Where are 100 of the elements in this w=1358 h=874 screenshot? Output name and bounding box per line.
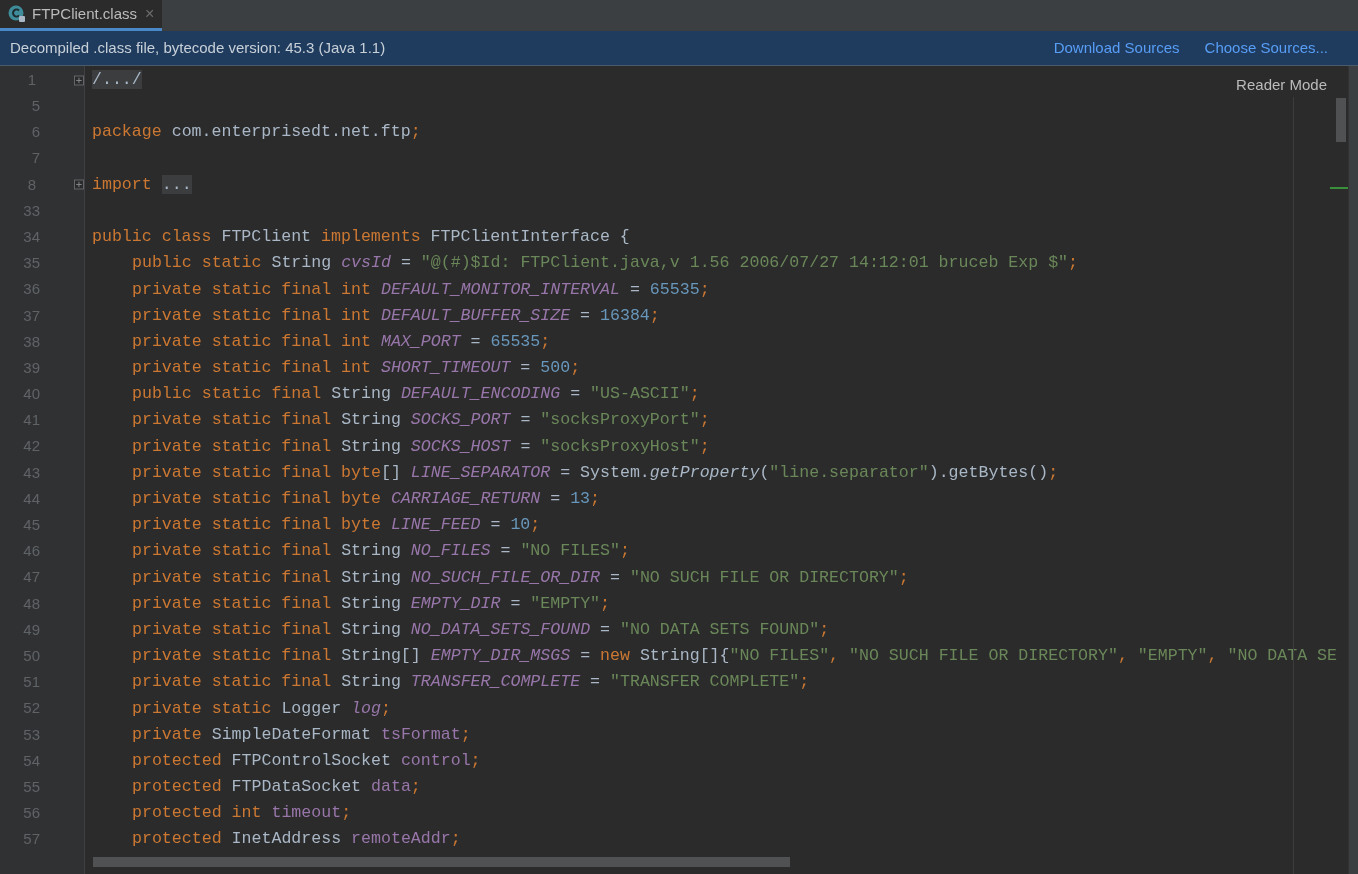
code-keyword: package [92,122,163,142]
string-literal: "TRANSFER COMPLETE" [610,672,800,692]
code-text: = [549,489,562,508]
code-text: ).getBytes() [928,462,1049,482]
banner-link[interactable]: Download Sources [1053,36,1180,60]
folded-code[interactable]: /.../ [92,70,142,89]
static-field-name: SOCKS_PORT [410,410,511,430]
expand-fold-icon[interactable] [74,74,84,86]
code-punctuation: ; [1068,253,1079,273]
code-keyword: private static final [132,619,333,639]
code-text: = [569,384,582,404]
static-field-name: MAX_PORT [380,331,461,351]
code-text: String [341,619,402,639]
tab-title: FTPClient.class [32,3,138,24]
code-punctuation: ; [530,515,541,535]
code-keyword: public class [92,227,213,247]
code-keyword: private static final int [132,358,372,378]
code-punctuation: ; [470,750,481,770]
vertical-scrollbar-thumb[interactable] [1336,98,1346,142]
string-literal: "@(#)$Id: FTPClient.java,v 1.56 2006/07/27 14:12:01 bruceb Exp $" [420,253,1069,273]
code-keyword: private static final int [132,305,372,325]
string-literal: "NO DATA SETS FOUND" [619,619,820,639]
code-keyword: private static final int [132,331,372,351]
field-name: timeout [271,803,342,823]
number-literal: 13 [570,489,591,508]
code-keyword: private static final byte [132,515,382,535]
code-text: = [589,672,602,692]
string-literal: "NO SUCH FILE OR DIRECTORY" [629,567,899,587]
code-text: ( [759,462,770,482]
code-text: FTPControlSocket [231,750,392,770]
static-field-name: LINE_SEPARATOR [410,462,551,482]
static-field-name: NO_DATA_SETS_FOUND [410,619,591,639]
code-text: = [469,331,482,351]
code-text: InetAddress [231,829,343,849]
code-text: SimpleDateFormat [211,724,372,744]
static-field-name: NO_FILES [410,541,491,561]
folded-code[interactable]: ... [161,174,192,194]
editor-tab[interactable]: FTPClient.class × [0,0,163,31]
field-name: remoteAddr [351,829,451,849]
number-literal: 10 [510,515,531,535]
code-punctuation: ; [1048,462,1059,482]
string-literal: "NO FILES" [729,646,830,666]
code-punctuation: , [1117,646,1129,666]
code-punctuation: ; [341,803,352,823]
string-literal: "US-ASCII" [590,384,690,404]
code-text: String [341,436,402,456]
code-keyword: protected [132,777,223,797]
expand-fold-icon[interactable] [74,179,84,191]
banner-link[interactable]: Choose Sources... [1204,36,1328,60]
horizontal-scrollbar-thumb[interactable] [93,857,790,867]
code-keyword: private static final byte [132,462,381,482]
code-keyword: public static [132,253,263,273]
code-text: = [519,358,532,378]
static-field-name: cvsId [341,253,391,273]
number-literal: 65535 [490,331,541,351]
code-punctuation: ; [699,279,710,299]
banner-message: Decompiled .class file, bytecode version: 45.3 (Java 1.1) [10,37,386,58]
code-keyword: private static final [132,593,333,613]
code-text: = [609,567,621,587]
static-field-name: CARRIAGE_RETURN [390,489,541,508]
code-keyword: private static [132,698,273,718]
code-punctuation: ; [689,384,700,404]
code-text: FTPDataSocket [231,777,363,797]
code-keyword: private static final int [132,279,372,299]
code-keyword: new [600,646,631,666]
code-text: = [509,593,522,613]
string-literal: "NO SUCH FILE OR DIRECTORY" [849,646,1118,666]
code-text: = [599,619,611,639]
code-punctuation: ; [540,331,551,351]
change-marker [1330,187,1348,189]
code-punctuation: ; [898,567,909,587]
code-punctuation: ; [380,698,391,718]
code-punctuation: ; [590,489,601,508]
code-text: String [341,410,402,430]
code-text: = [628,279,641,299]
code-keyword: public static final [132,384,323,404]
code-punctuation: ; [699,410,710,430]
string-literal: "EMPTY" [530,593,601,613]
code-text: String[] [341,646,422,666]
static-field-name: DEFAULT_BUFFER_SIZE [380,305,571,325]
static-field-name: EMPTY_DIR [410,593,501,613]
code-keyword: private static final [132,672,333,692]
field-name: tsFormat [380,724,461,744]
code-text: String [341,672,402,692]
code-keyword: protected int [132,803,263,823]
code-keyword: import [92,174,153,194]
code-punctuation: ; [410,122,421,142]
code-punctuation: ; [620,541,630,561]
code-text: FTPClientInterface { [430,227,630,247]
close-icon[interactable]: × [145,2,155,26]
string-literal: "socksProxyPort" [540,410,700,430]
static-field-name: DEFAULT_MONITOR_INTERVAL [380,279,620,299]
static-field-name: SOCKS_HOST [410,436,511,456]
static-field-name: LINE_FEED [390,515,481,535]
code-text: = [579,305,592,325]
code-punctuation: ; [570,358,581,378]
static-field-name: TRANSFER_COMPLETE [410,672,581,692]
code-punctuation: ; [649,305,660,325]
code-text: = [399,253,412,273]
code-keyword: protected [132,750,223,770]
